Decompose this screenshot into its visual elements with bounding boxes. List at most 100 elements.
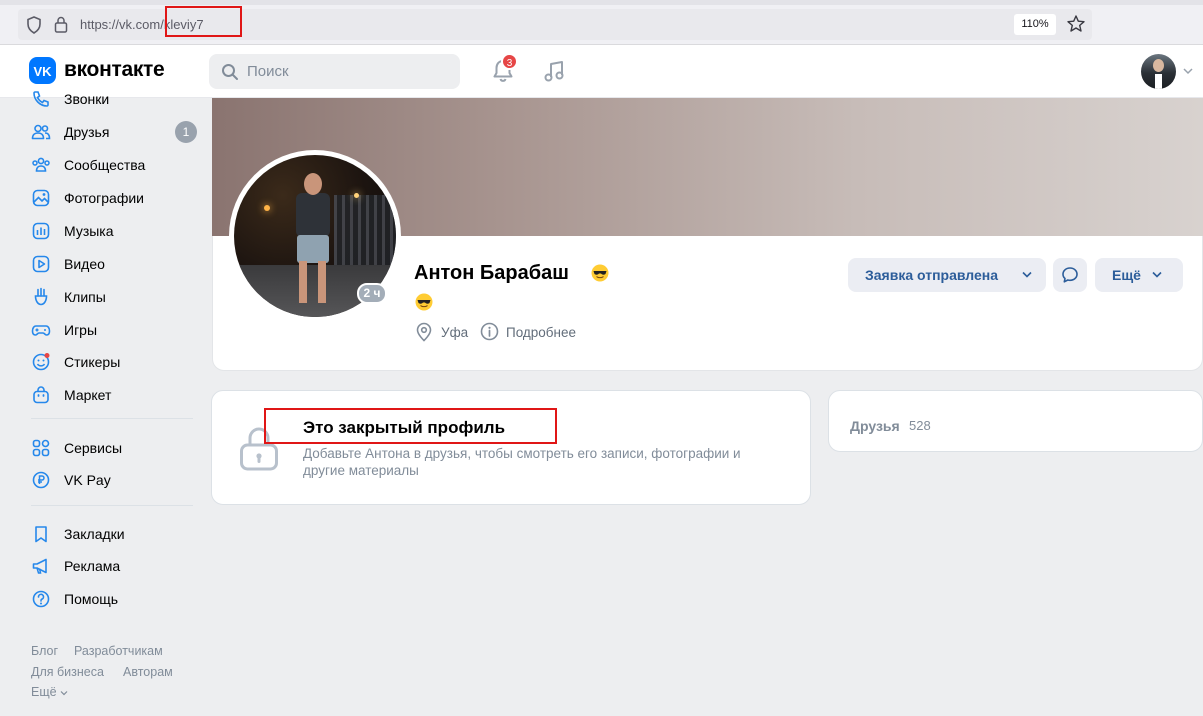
sidebar-divider [31,418,193,419]
photo-light [264,205,270,211]
friend-request-sent-button[interactable]: Заявка отправлена [848,258,1046,292]
info-icon[interactable] [480,322,499,341]
sidebar-item-label: Закладки [64,526,125,542]
clips-icon [34,287,48,306]
help-icon [32,590,50,608]
stickers-icon [32,353,50,371]
megaphone-icon [32,558,47,574]
sidebar-item-label: Игры [64,322,98,338]
sidebar-divider [31,505,193,506]
friends-count-badge: 1 [175,121,197,143]
communities-icon [32,157,50,172]
friends-count: 528 [909,418,931,433]
photo-light [354,193,359,198]
sidebar-item-clips[interactable]: Клипы [31,285,201,309]
footer-more-label: Ещё [31,685,57,699]
footer-link-developers[interactable]: Разработчикам [74,644,163,658]
sidebar-item-music[interactable]: Музыка [31,219,201,243]
zoom-level[interactable]: 110% [1014,14,1056,35]
url-host: https://vk.com/ [80,17,164,32]
sidebar-item-label: Маркет [64,387,112,403]
friends-icon [31,124,51,140]
photo-person-shorts [297,235,329,263]
more-actions-button[interactable]: Ещё [1095,258,1183,292]
music-icon [32,222,50,240]
sidebar-item-label: Стикеры [64,354,121,370]
games-icon [31,325,51,336]
button-label: Ещё [1112,267,1141,283]
closed-profile-description: Добавьте Антона в друзья, чтобы смотреть… [303,446,741,478]
user-avatar[interactable] [1141,54,1176,89]
sunglasses-emoji-icon [591,264,609,282]
sidebar-item-label: Реклама [64,558,121,574]
search-icon [222,64,238,80]
sidebar-item-calls[interactable]: Звонки [31,87,201,111]
sidebar-item-stickers[interactable]: Стикеры [31,350,201,374]
footer-link-blog[interactable]: Блог [31,644,58,658]
left-sidebar: Звонки Друзья 1 Сообщества Фотографии Му… [0,91,210,716]
vk-logo-icon[interactable]: VK [29,57,56,84]
sidebar-item-label: Сервисы [64,440,123,456]
chevron-down-icon [60,691,68,696]
sidebar-item-label: Клипы [64,289,106,305]
photo-person-leg [299,261,307,303]
details-link[interactable]: Подробнее [506,325,576,340]
shield-icon[interactable] [26,16,42,34]
sidebar-item-market[interactable]: Маркет [31,383,201,407]
photo-person-head [304,173,322,195]
vk-logo-text[interactable]: вконтакте [64,58,165,82]
market-icon [33,386,49,404]
music-player-icon[interactable] [541,58,567,84]
sidebar-item-label: Звонки [64,91,110,107]
sidebar-item-photos[interactable]: Фотографии [31,186,201,210]
sidebar-item-ads[interactable]: Реклама [31,554,201,578]
bookmark-icon [35,526,47,543]
photos-icon [32,189,50,207]
footer-link-more[interactable]: Ещё [31,685,68,699]
sidebar-item-label: Видео [64,256,105,272]
sidebar-item-label: Сообщества [64,157,146,173]
photo-person-leg [318,261,326,303]
sidebar-item-communities[interactable]: Сообщества [31,153,201,177]
status-sunglasses-emoji-icon [415,293,433,311]
profile-name: Антон Барабаш [414,262,569,284]
photo-person-body [296,193,330,237]
sidebar-item-games[interactable]: Игры [31,318,201,342]
tab-strip [0,0,1203,5]
sidebar-item-label: Друзья [64,124,110,140]
vkpay-icon [32,471,50,489]
bookmark-star-icon[interactable] [1066,14,1086,34]
video-icon [32,255,50,273]
services-icon [32,439,50,457]
sidebar-item-help[interactable]: Помощь [31,587,201,611]
search-box[interactable] [209,54,460,89]
url-annotation-box [165,6,242,37]
chevron-down-icon[interactable] [1183,67,1193,75]
message-icon [1062,267,1078,283]
title-annotation-box [264,408,557,444]
message-button[interactable] [1053,258,1087,292]
svg-text:VK: VK [33,64,52,79]
sidebar-item-label: Фотографии [64,190,145,206]
profile-city[interactable]: Уфа [441,325,468,340]
avatar-shirt [1155,74,1162,89]
notifications-badge: 3 [501,53,518,70]
sidebar-item-friends[interactable]: Друзья 1 [31,120,201,144]
phone-icon [33,91,49,107]
sidebar-item-video[interactable]: Видео [31,252,201,276]
sidebar-item-bookmarks[interactable]: Закладки [31,522,201,546]
photo-fence [334,195,396,270]
browser-toolbar: https://vk.com/kleviy7 110% [0,0,1203,45]
footer-link-authors[interactable]: Авторам [123,665,173,679]
avatar-face [1153,59,1164,72]
lock-icon [54,16,68,33]
friends-label[interactable]: Друзья [850,418,900,434]
sidebar-item-label: Помощь [64,591,119,607]
last-seen-badge: 2 ч [357,283,387,304]
footer-link-business[interactable]: Для бизнеса [31,665,104,679]
search-input[interactable] [247,54,447,89]
button-label: Заявка отправлена [865,267,999,283]
sidebar-item-services[interactable]: Сервисы [31,436,201,460]
chevron-down-icon [1022,271,1032,278]
sidebar-item-vkpay[interactable]: VK Pay [31,468,201,492]
